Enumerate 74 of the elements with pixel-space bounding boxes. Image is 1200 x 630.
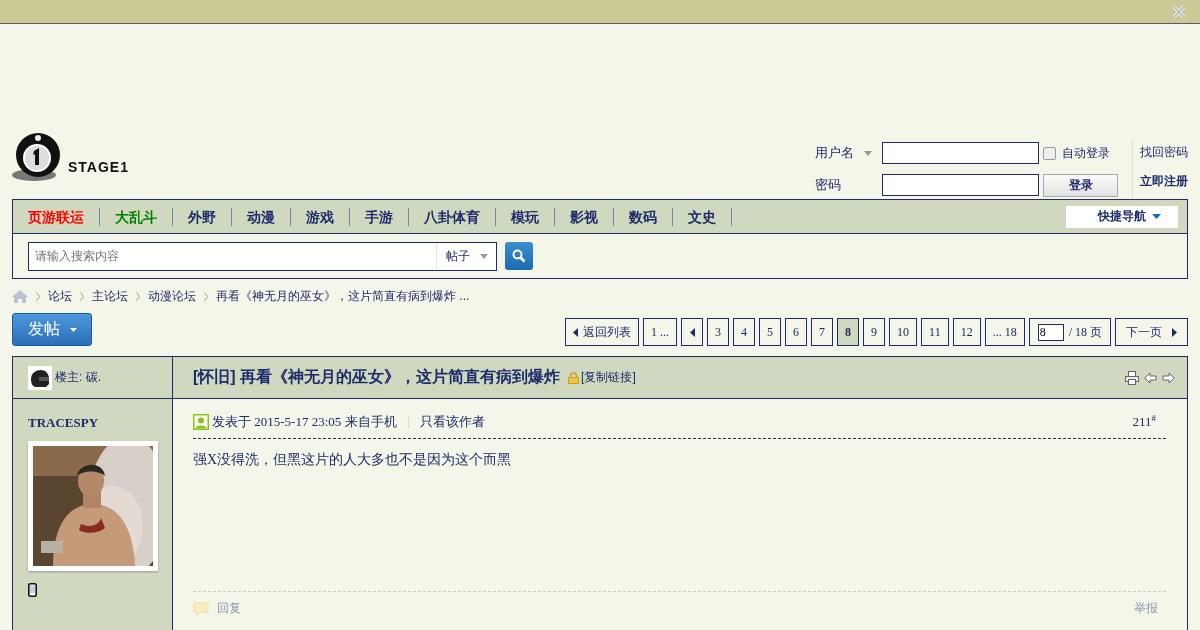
caret-icon xyxy=(69,327,77,332)
chevron-icon xyxy=(80,291,84,301)
nav-item[interactable]: 游戏 xyxy=(291,207,350,226)
lock-icon xyxy=(568,371,580,384)
page-total: / 18 页 xyxy=(1068,323,1102,341)
next-page-button[interactable]: 下一页 xyxy=(1115,318,1188,346)
login-button[interactable]: 登录 xyxy=(1043,173,1118,197)
page-button[interactable]: 1 ... xyxy=(643,318,678,346)
post-date: 发表于 2015-5-17 23:05 来自手机 xyxy=(212,413,397,431)
helmet-avatar-icon xyxy=(28,365,52,390)
nav-item[interactable]: 文史 xyxy=(673,207,732,226)
nav-item[interactable]: 模玩 xyxy=(496,207,555,226)
breadcrumb-link[interactable]: 再看《神无月的巫女》，这片简直有病到爆炸 ... xyxy=(216,287,470,305)
breadcrumb-link[interactable]: 论坛 xyxy=(48,287,72,305)
chevron-icon xyxy=(204,291,208,301)
page-button[interactable]: 4 xyxy=(733,318,756,346)
nav-item[interactable]: 外野 xyxy=(173,207,232,226)
triangle-right-icon xyxy=(1172,327,1177,337)
arrow-right-icon[interactable] xyxy=(1162,371,1175,384)
only-author-link[interactable]: 只看该作者 xyxy=(419,413,485,431)
copy-link[interactable]: [复制链接] xyxy=(581,369,636,386)
speech-bubble-icon xyxy=(193,601,209,616)
username-field[interactable] xyxy=(882,142,1039,165)
page-button[interactable]: ... 18 xyxy=(984,318,1025,346)
phone-icon xyxy=(28,583,37,597)
floor-number[interactable]: 211$^{#}$ xyxy=(1132,413,1156,431)
breadcrumb-link[interactable]: 动漫论坛 xyxy=(148,287,196,305)
caret-icon xyxy=(864,150,872,156)
page-button[interactable]: 8 xyxy=(837,318,860,346)
page-button[interactable]: 9 xyxy=(863,318,886,346)
triangle-left-icon xyxy=(689,327,695,337)
nav-item[interactable]: 动漫 xyxy=(232,207,291,226)
nav-item[interactable]: 八卦体育 xyxy=(409,207,496,226)
password-label: 密码 xyxy=(815,176,842,195)
logo-text[interactable]: STAGE1 xyxy=(68,159,129,183)
page-button[interactable]: 3 xyxy=(707,318,730,346)
chevron-icon xyxy=(136,291,140,301)
auto-login-label: 自动登录 xyxy=(1062,144,1110,162)
page-button[interactable]: 5 xyxy=(759,318,782,346)
page-number-field[interactable]: 8 xyxy=(1037,323,1064,341)
post-content: 强X没得洗，但黑这片的人大多也不是因为这个而黑 xyxy=(193,451,513,469)
nav-item[interactable]: 手游 xyxy=(350,207,409,226)
back-to-list-button[interactable]: 返回列表 xyxy=(565,318,640,346)
search-field[interactable]: 请输入搜索内容 帖子 xyxy=(28,241,497,271)
auto-login-checkbox[interactable] xyxy=(1043,146,1056,160)
page-button[interactable]: 11 xyxy=(921,318,949,346)
arrow-left-icon[interactable] xyxy=(1144,371,1157,384)
page-button[interactable]: 12 xyxy=(952,318,981,346)
page-button[interactable]: 7 xyxy=(811,318,834,346)
triangle-left-icon xyxy=(573,327,579,337)
thread-author[interactable]: 楼主: 碳. xyxy=(55,369,101,386)
login-link[interactable]: 立即注册 xyxy=(1140,173,1188,190)
caret-icon xyxy=(1151,214,1161,219)
printer-icon[interactable] xyxy=(1125,370,1139,385)
author-name[interactable]: TRACESPY xyxy=(28,415,99,431)
password-field[interactable] xyxy=(882,174,1039,197)
page-button[interactable]: 6 xyxy=(785,318,808,346)
page-button[interactable]: 10 xyxy=(889,318,918,346)
previous-page-button[interactable] xyxy=(681,318,704,346)
search-scope-dropdown[interactable]: 帖子 xyxy=(436,242,496,270)
thread-title: [怀旧] 再看《神无月的巫女》，这片简直有病到爆炸 xyxy=(193,367,561,387)
chevron-icon xyxy=(36,291,40,301)
nav-item[interactable]: 数码 xyxy=(614,207,673,226)
caret-icon xyxy=(480,253,488,259)
login-link[interactable]: 找回密码 xyxy=(1140,144,1188,161)
search-button[interactable] xyxy=(505,242,533,270)
new-post-button[interactable]: 发帖 xyxy=(12,313,92,346)
nav-item[interactable]: 大乱斗 xyxy=(100,207,173,226)
breadcrumb-link[interactable]: 主论坛 xyxy=(92,287,128,305)
user-icon xyxy=(193,414,209,430)
username-label[interactable]: 用户名 xyxy=(815,144,882,163)
nav-item[interactable]: 影视 xyxy=(555,207,614,226)
search-icon xyxy=(512,249,526,263)
quick-nav-button[interactable]: 快捷导航 xyxy=(1066,205,1178,228)
